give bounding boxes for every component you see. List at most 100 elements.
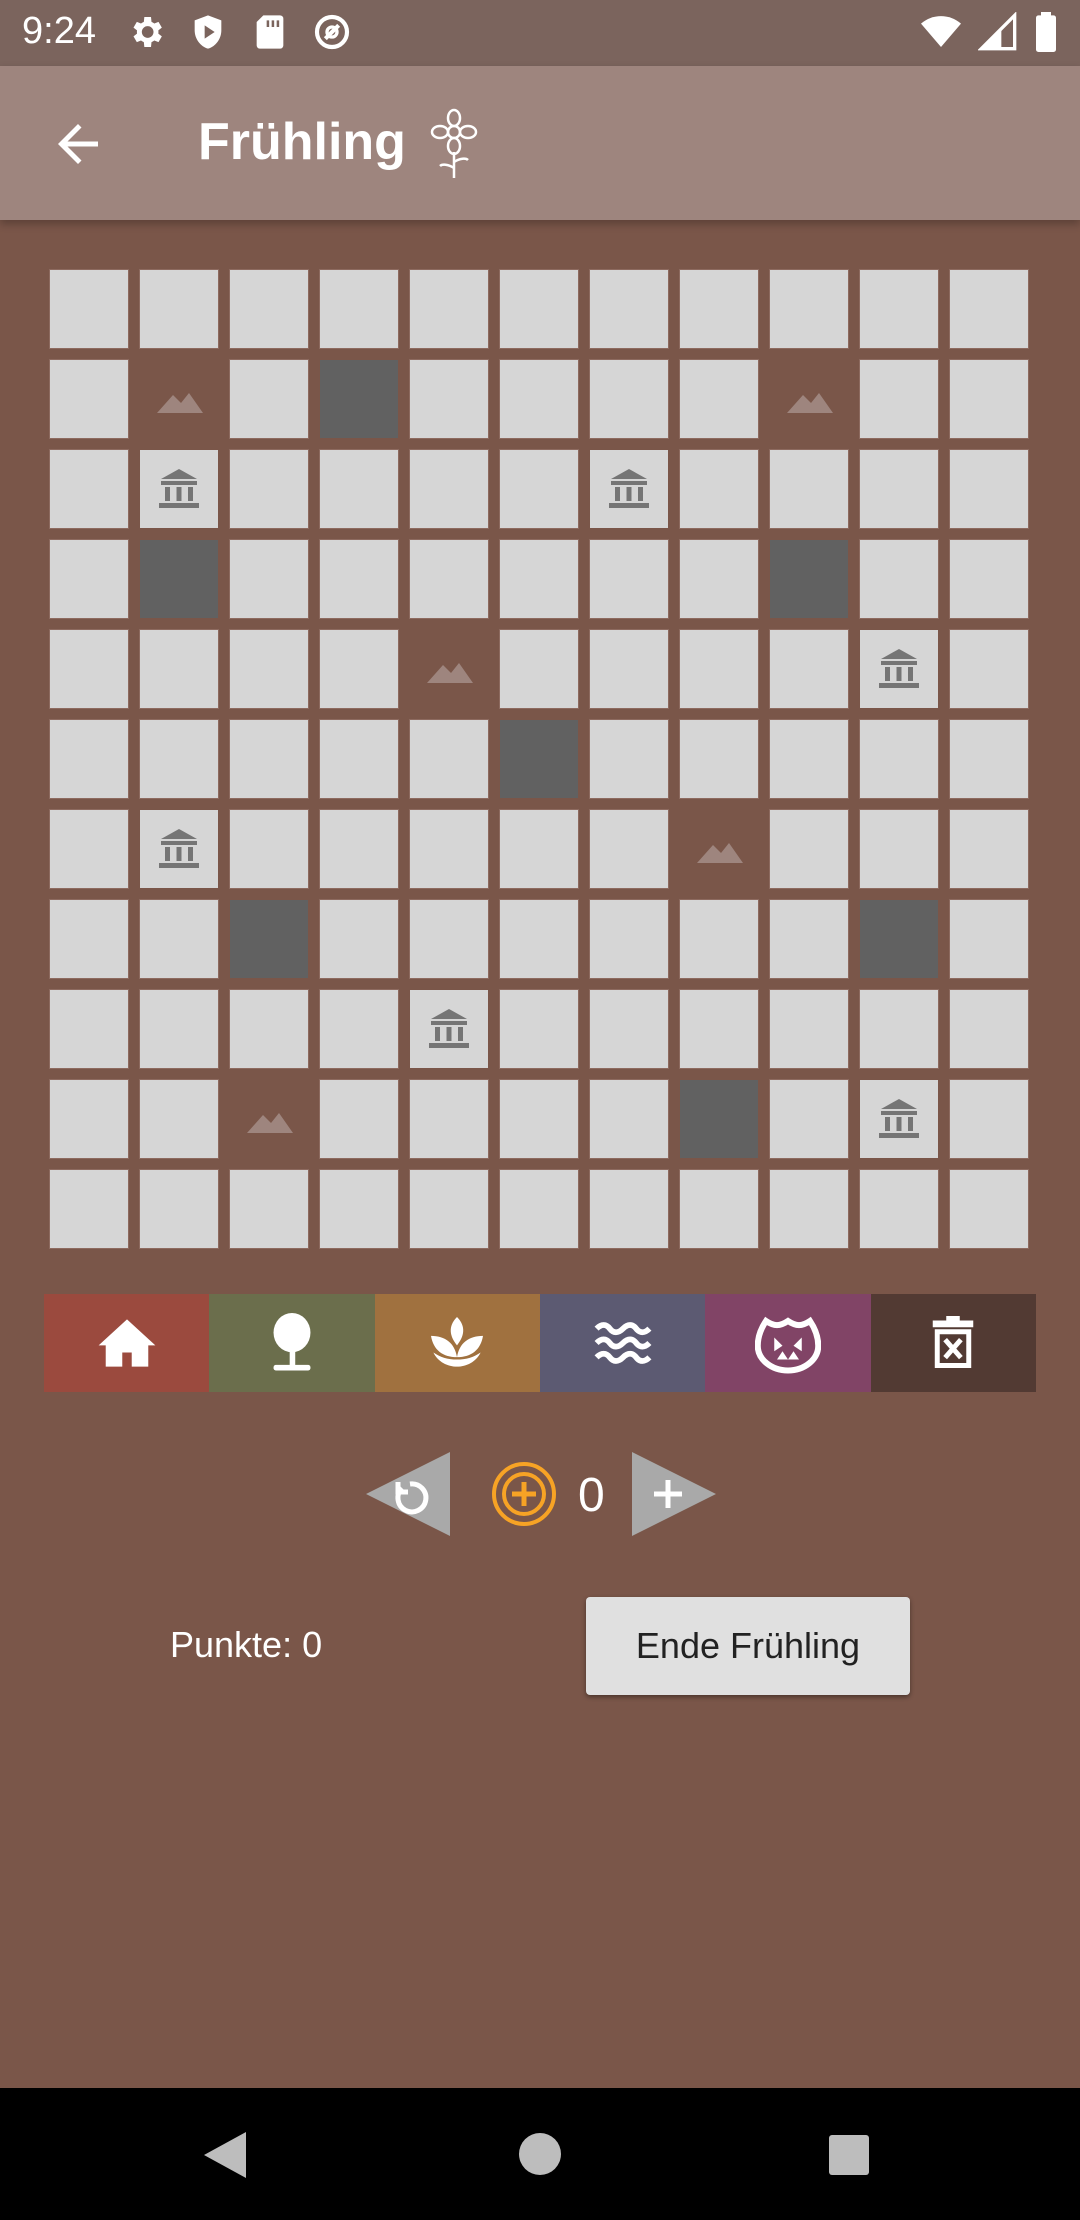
board-cell-empty[interactable] [590,1080,668,1158]
board-cell-empty[interactable] [500,1170,578,1248]
board-cell-empty[interactable] [50,1080,128,1158]
board-cell-empty[interactable] [500,1080,578,1158]
board-cell-empty[interactable] [860,720,938,798]
board-cell-empty[interactable] [590,990,668,1068]
board-cell-empty[interactable] [770,1170,848,1248]
board-cell-empty[interactable] [320,540,398,618]
board-cell-empty[interactable] [860,810,938,888]
board-cell-empty[interactable] [320,1170,398,1248]
rotate-button[interactable] [366,1452,450,1536]
board-cell-empty[interactable] [230,990,308,1068]
board-cell-empty[interactable] [140,720,218,798]
board-cell-empty[interactable] [590,1170,668,1248]
board-cell-empty[interactable] [860,360,938,438]
board-cell-empty[interactable] [230,630,308,708]
board-cell-empty[interactable] [320,810,398,888]
board-cell-empty[interactable] [410,810,488,888]
board-cell-empty[interactable] [320,1080,398,1158]
board-cell-empty[interactable] [140,1080,218,1158]
board-cell-empty[interactable] [590,630,668,708]
board-cell-empty[interactable] [770,270,848,348]
board-cell-empty[interactable] [590,810,668,888]
board-cell-empty[interactable] [860,450,938,528]
board-cell-empty[interactable] [500,270,578,348]
board-cell-empty[interactable] [680,270,758,348]
board-cell-blocked[interactable] [230,900,308,978]
add-button[interactable] [632,1452,716,1536]
board-cell-empty[interactable] [50,1170,128,1248]
board-cell-empty[interactable] [140,900,218,978]
board-cell-ruin[interactable] [140,450,218,528]
board-cell-mountain[interactable] [140,360,218,438]
board-cell-empty[interactable] [410,1080,488,1158]
board-cell-empty[interactable] [500,540,578,618]
board-cell-blocked[interactable] [320,360,398,438]
board-cell-empty[interactable] [50,450,128,528]
board-cell-empty[interactable] [410,720,488,798]
board-cell-empty[interactable] [770,1080,848,1158]
board-cell-mountain[interactable] [230,1080,308,1158]
board-cell-empty[interactable] [590,360,668,438]
board-cell-empty[interactable] [230,720,308,798]
board-cell-empty[interactable] [680,630,758,708]
board-cell-empty[interactable] [770,630,848,708]
board-cell-empty[interactable] [140,1170,218,1248]
board-cell-empty[interactable] [500,630,578,708]
board-cell-empty[interactable] [950,990,1028,1068]
board-cell-ruin[interactable] [860,1080,938,1158]
board-cell-empty[interactable] [50,360,128,438]
board-cell-empty[interactable] [320,270,398,348]
board-cell-empty[interactable] [770,900,848,978]
board-cell-empty[interactable] [950,900,1028,978]
board-cell-empty[interactable] [590,900,668,978]
farm-button[interactable] [374,1294,540,1392]
board-cell-empty[interactable] [680,450,758,528]
board-cell-ruin[interactable] [590,450,668,528]
board-cell-empty[interactable] [950,270,1028,348]
board-cell-empty[interactable] [50,720,128,798]
board-cell-empty[interactable] [770,990,848,1068]
board-cell-empty[interactable] [230,1170,308,1248]
board-cell-empty[interactable] [50,630,128,708]
board-cell-empty[interactable] [950,450,1028,528]
board-cell-empty[interactable] [500,450,578,528]
board-cell-empty[interactable] [230,270,308,348]
board-cell-empty[interactable] [770,450,848,528]
board-cell-empty[interactable] [410,360,488,438]
board-cell-empty[interactable] [590,270,668,348]
board-cell-empty[interactable] [500,990,578,1068]
board-cell-empty[interactable] [950,540,1028,618]
village-button[interactable] [44,1294,210,1392]
board-cell-empty[interactable] [50,990,128,1068]
board-cell-empty[interactable] [860,1170,938,1248]
board-cell-blocked[interactable] [680,1080,758,1158]
board-cell-empty[interactable] [410,270,488,348]
board-cell-empty[interactable] [680,720,758,798]
board-cell-empty[interactable] [320,990,398,1068]
board-cell-empty[interactable] [140,990,218,1068]
board-cell-empty[interactable] [590,720,668,798]
delete-button[interactable] [870,1294,1036,1392]
board-cell-blocked[interactable] [500,720,578,798]
board-cell-empty[interactable] [410,450,488,528]
board-cell-empty[interactable] [50,900,128,978]
board-cell-empty[interactable] [770,810,848,888]
board-cell-empty[interactable] [680,540,758,618]
board-cell-blocked[interactable] [770,540,848,618]
board-cell-mountain[interactable] [680,810,758,888]
board-cell-empty[interactable] [590,540,668,618]
board-cell-ruin[interactable] [860,630,938,708]
board-cell-empty[interactable] [680,900,758,978]
water-button[interactable] [539,1294,706,1392]
board-cell-empty[interactable] [950,630,1028,708]
board-cell-empty[interactable] [680,990,758,1068]
board-cell-empty[interactable] [860,990,938,1068]
board-cell-ruin[interactable] [140,810,218,888]
board-cell-empty[interactable] [500,360,578,438]
board-cell-empty[interactable] [50,270,128,348]
board-cell-empty[interactable] [320,900,398,978]
board-cell-empty[interactable] [230,360,308,438]
back-button[interactable] [48,114,108,174]
board-cell-blocked[interactable] [140,540,218,618]
board-cell-empty[interactable] [860,540,938,618]
